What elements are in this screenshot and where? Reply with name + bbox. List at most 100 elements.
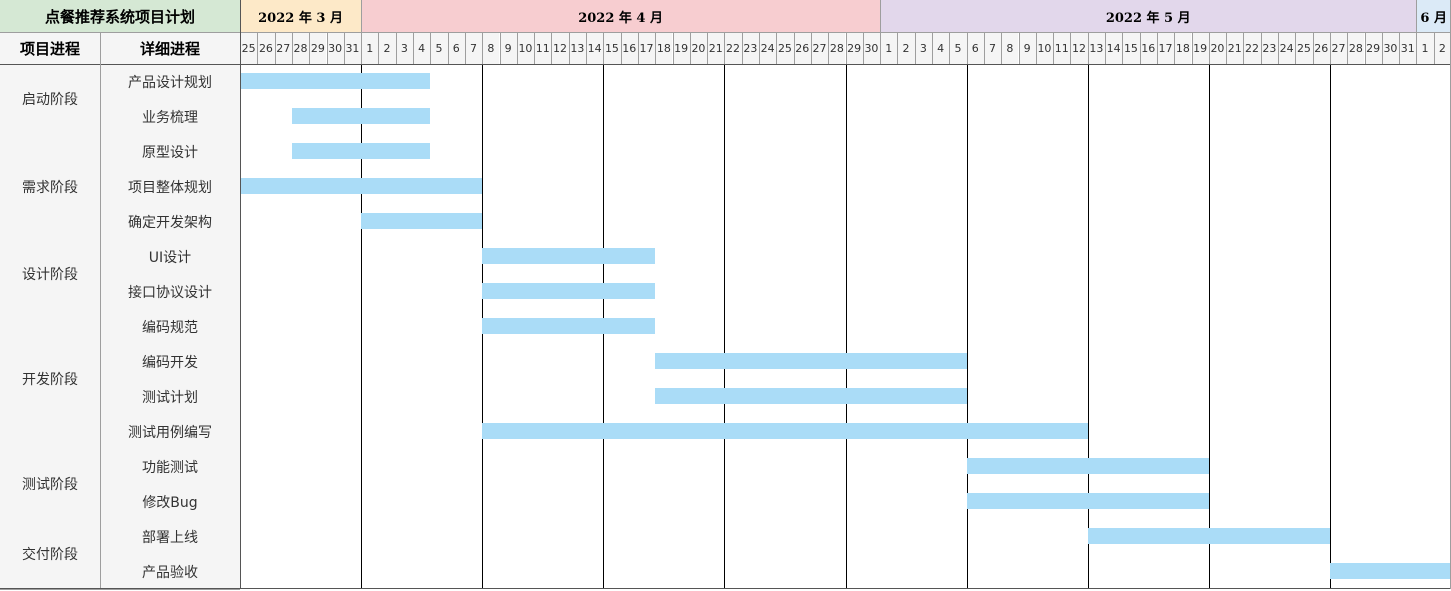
day-cell: 28	[1347, 32, 1365, 64]
day-cell: 20	[1208, 32, 1227, 64]
task-label: 部署上线	[100, 519, 240, 554]
task-bar	[240, 73, 431, 89]
day-cell: 16	[620, 32, 638, 64]
day-divider	[742, 32, 743, 64]
task-bar	[655, 353, 967, 369]
day-divider	[1365, 32, 1366, 64]
day-cell: 26	[257, 32, 275, 64]
task-label: 功能测试	[100, 449, 240, 484]
week-divider	[967, 64, 968, 589]
day-cell: 28	[828, 32, 846, 64]
day-cell: 24	[1278, 32, 1296, 64]
day-divider	[828, 32, 829, 64]
day-divider	[1019, 32, 1020, 64]
task-label: 确定开发架构	[100, 204, 240, 239]
day-cell: 30	[1381, 32, 1400, 64]
task-label: 项目整体规划	[100, 169, 240, 204]
column-divider	[100, 32, 101, 589]
task-label: 编码规范	[100, 309, 240, 344]
day-divider	[1157, 32, 1158, 64]
task-bar	[966, 458, 1209, 474]
day-cell: 16	[1139, 32, 1157, 64]
day-cell: 28	[291, 32, 310, 64]
day-cell: 23	[1260, 32, 1278, 64]
day-cell: 25	[1295, 32, 1313, 64]
day-cell: 30	[326, 32, 344, 64]
day-cell: 7	[983, 32, 1002, 64]
day-divider	[1347, 32, 1348, 64]
day-cell: 15	[1122, 32, 1140, 64]
day-cell: 11	[1053, 32, 1071, 64]
task-bar	[966, 493, 1209, 509]
day-cell: 4	[413, 32, 431, 64]
day-cell: 1	[361, 32, 379, 64]
day-cell: 20	[689, 32, 708, 64]
day-divider	[603, 32, 604, 64]
day-divider	[915, 32, 916, 64]
day-divider	[344, 32, 345, 64]
day-divider	[897, 32, 898, 64]
day-cell: 15	[603, 32, 621, 64]
task-label: 业务梳理	[100, 99, 240, 134]
day-cell: 27	[1329, 32, 1348, 64]
phase-label: 需求阶段	[0, 134, 100, 239]
day-divider	[690, 32, 691, 64]
day-divider	[482, 32, 483, 64]
day-divider	[638, 32, 639, 64]
phase-column-header: 项目进程	[0, 32, 100, 64]
day-cell: 10	[516, 32, 535, 64]
day-cell: 17	[1156, 32, 1175, 64]
day-divider	[1140, 32, 1141, 64]
phase-label: 测试阶段	[0, 449, 100, 519]
task-bar	[482, 283, 656, 299]
day-cell: 1	[880, 32, 898, 64]
month-header: 2022 年 4 月	[361, 0, 881, 32]
day-divider	[378, 32, 379, 64]
day-cell: 6	[966, 32, 984, 64]
task-bar	[291, 108, 431, 124]
day-cell: 25	[240, 32, 258, 64]
day-cell: 24	[759, 32, 777, 64]
day-divider	[1001, 32, 1002, 64]
day-cell: 3	[395, 32, 413, 64]
day-divider	[1261, 32, 1262, 64]
day-cell: 18	[1174, 32, 1192, 64]
task-bar	[482, 318, 656, 334]
day-cell: 4	[932, 32, 950, 64]
day-cell: 11	[534, 32, 552, 64]
day-divider	[1174, 32, 1175, 64]
month-header: 2022 年 3 月	[240, 0, 362, 32]
day-divider	[448, 32, 449, 64]
day-divider	[292, 32, 293, 64]
day-cell: 1	[1416, 32, 1434, 64]
task-label: 原型设计	[100, 134, 240, 169]
task-column-header: 详细进程	[100, 32, 240, 64]
day-cell: 18	[655, 32, 673, 64]
day-cell: 2	[897, 32, 915, 64]
day-divider	[327, 32, 328, 64]
day-cell: 3	[914, 32, 932, 64]
day-divider	[500, 32, 501, 64]
phase-divider	[0, 589, 100, 590]
day-divider	[1399, 32, 1400, 64]
day-divider	[707, 32, 708, 64]
day-divider	[724, 32, 725, 64]
task-bar	[240, 178, 483, 194]
day-cell: 13	[568, 32, 586, 64]
header-divider	[0, 32, 1451, 33]
month-divider	[361, 0, 362, 32]
day-divider	[1243, 32, 1244, 64]
day-cell: 6	[447, 32, 465, 64]
day-divider	[586, 32, 587, 64]
day-divider	[759, 32, 760, 64]
day-divider	[569, 32, 570, 64]
day-cell: 2	[378, 32, 396, 64]
day-cell: 10	[1035, 32, 1054, 64]
timeline-left-border	[240, 0, 241, 589]
day-cell: 5	[949, 32, 967, 64]
task-bar	[1087, 528, 1330, 544]
phase-label: 开发阶段	[0, 309, 100, 449]
task-bar	[291, 143, 431, 159]
task-bar	[361, 213, 483, 229]
gantt-chart: 点餐推荐系统项目计划 项目进程 详细进程 2022 年 3 月 25 26 27 28 2…	[0, 0, 1451, 591]
